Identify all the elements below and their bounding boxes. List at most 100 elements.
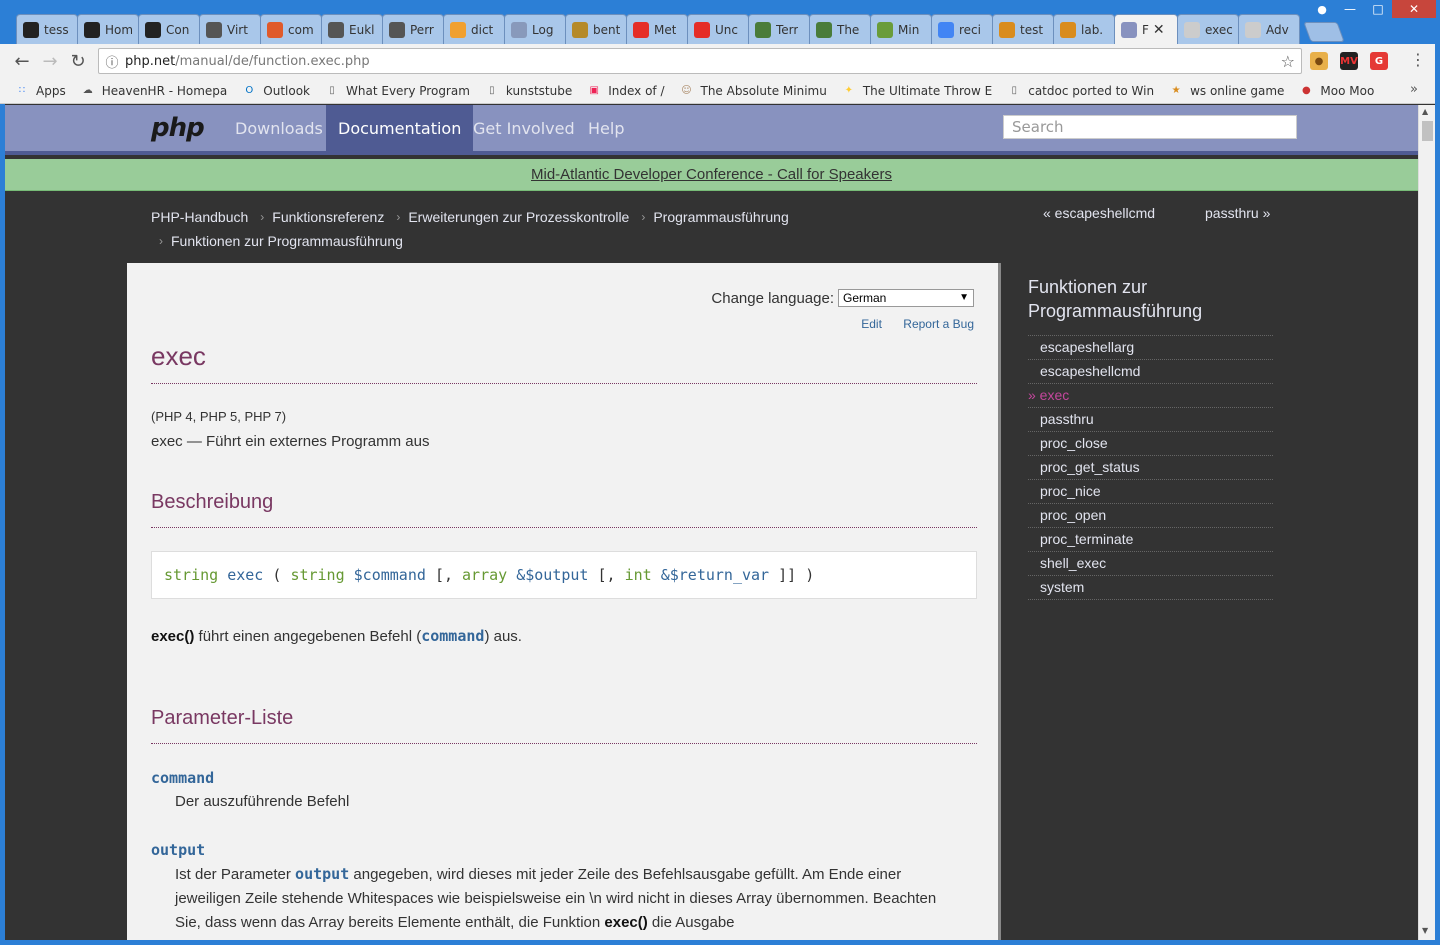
- sidebar-item[interactable]: shell_exec: [1028, 552, 1273, 576]
- edit-link[interactable]: Edit: [861, 317, 882, 331]
- maximize-button[interactable]: □: [1364, 0, 1392, 18]
- browser-tab[interactable]: bent: [565, 14, 627, 44]
- tab-label: exec: [1205, 22, 1232, 37]
- browser-tab[interactable]: Met: [626, 14, 688, 44]
- param-type[interactable]: string: [290, 566, 344, 584]
- bookmark-label: The Absolute Minimu: [700, 83, 827, 98]
- profile-icon[interactable]: ●: [1308, 0, 1336, 18]
- info-icon[interactable]: ⓘ: [99, 52, 125, 71]
- scroll-up-icon[interactable]: ▲: [1422, 107, 1428, 116]
- nav-help[interactable]: Help: [576, 105, 636, 155]
- tab-strip: tess Hom Con Virt com Eukl Perr dict Log bent Met U…: [16, 14, 1345, 44]
- browser-tab[interactable]: Eukl: [321, 14, 383, 44]
- breadcrumb-item[interactable]: Funktionsreferenz: [272, 209, 384, 225]
- breadcrumb: PHP-Handbuch › Funktionsreferenz › Erwei…: [151, 205, 789, 253]
- next-page-link[interactable]: passthru »: [1205, 205, 1270, 221]
- browser-tab[interactable]: The: [809, 14, 871, 44]
- browser-tab[interactable]: com: [260, 14, 322, 44]
- sidebar-item[interactable]: proc_open: [1028, 504, 1273, 528]
- sidebar-item[interactable]: » exec: [1028, 384, 1273, 408]
- window-controls: ● — □ ✕: [1308, 0, 1436, 18]
- new-tab-button[interactable]: [1303, 22, 1345, 42]
- bookmark-item[interactable]: ● Moo Moo: [1298, 83, 1374, 99]
- mv-extension-icon[interactable]: MV: [1340, 52, 1358, 70]
- wikipedia-icon: [389, 21, 405, 38]
- function-ref: exec(): [151, 628, 195, 645]
- page-title: exec: [151, 341, 206, 371]
- browser-tab[interactable]: Log: [504, 14, 566, 44]
- browser-tab[interactable]: tess: [16, 14, 78, 44]
- chrome-menu-icon[interactable]: ⋮: [1410, 50, 1426, 69]
- browser-tab[interactable]: exec: [1177, 14, 1239, 44]
- bookmark-item[interactable]: ☺ The Absolute Minimu: [679, 83, 827, 99]
- browser-tab[interactable]: Hom: [77, 14, 139, 44]
- bookmark-item[interactable]: ☁ HeavenHR - Homepa: [80, 83, 228, 99]
- browser-tab[interactable]: Virt: [199, 14, 261, 44]
- browser-tab[interactable]: Min: [870, 14, 932, 44]
- sidebar-item[interactable]: system: [1028, 576, 1273, 600]
- scrollbar-thumb[interactable]: [1422, 121, 1433, 141]
- browser-tab[interactable]: Adv: [1238, 14, 1300, 44]
- description-text: führt einen angegebenen Befehl (: [194, 628, 422, 645]
- breadcrumb-item[interactable]: PHP-Handbuch: [151, 209, 248, 225]
- breadcrumb-separator-icon: ›: [159, 234, 163, 248]
- browser-tab[interactable]: reci: [931, 14, 993, 44]
- breadcrumb-item[interactable]: Erweiterungen zur Prozesskontrolle: [408, 209, 629, 225]
- bookmark-item[interactable]: ★ ws online game: [1168, 83, 1285, 99]
- bookmark-item[interactable]: ▯ What Every Program: [324, 83, 470, 99]
- sidebar-item[interactable]: proc_terminate: [1028, 528, 1273, 552]
- cookie-extension-icon[interactable]: ●: [1310, 52, 1328, 70]
- nav-get-involved[interactable]: Get Involved: [461, 105, 587, 155]
- reload-button[interactable]: ↻: [64, 47, 92, 75]
- nav-documentation[interactable]: Documentation: [326, 105, 474, 155]
- nav-downloads[interactable]: Downloads: [223, 105, 335, 155]
- grammarly-extension-icon[interactable]: G: [1370, 52, 1388, 70]
- conference-banner-link[interactable]: Mid-Atlantic Developer Conference - Call…: [531, 166, 892, 183]
- browser-tab[interactable]: test: [992, 14, 1054, 44]
- page-scrollbar[interactable]: ▲ ▼: [1418, 105, 1435, 940]
- bookmark-item[interactable]: ▯ catdoc ported to Win: [1006, 83, 1154, 99]
- sidebar-item[interactable]: proc_nice: [1028, 480, 1273, 504]
- sidebar-item[interactable]: escapeshellarg: [1028, 336, 1273, 360]
- tab-active[interactable]: F ✕: [1114, 14, 1178, 44]
- bookmark-item[interactable]: ▯ kunststube: [484, 83, 572, 99]
- breadcrumb-item[interactable]: Programmausführung: [653, 209, 788, 225]
- php-logo[interactable]: php: [151, 113, 205, 143]
- sidebar-item[interactable]: proc_close: [1028, 432, 1273, 456]
- bookmark-label: Outlook: [263, 83, 311, 98]
- bookmark-item[interactable]: ∷ Apps: [14, 83, 66, 99]
- browser-tab[interactable]: Unc: [687, 14, 749, 44]
- browser-tab[interactable]: Terr: [748, 14, 810, 44]
- bookmark-item[interactable]: ▣ Index of /: [586, 83, 664, 99]
- function-ref: exec(): [604, 914, 648, 931]
- param-type[interactable]: array: [462, 566, 507, 584]
- breadcrumb-item[interactable]: Funktionen zur Programmausführung: [171, 233, 403, 249]
- sidebar-item[interactable]: escapeshellcmd: [1028, 360, 1273, 384]
- report-bug-link[interactable]: Report a Bug: [903, 317, 974, 331]
- back-button[interactable]: ←: [8, 47, 36, 75]
- forward-button[interactable]: →: [36, 47, 64, 75]
- browser-tab[interactable]: dict: [443, 14, 505, 44]
- bookmarks-overflow-button[interactable]: »: [1410, 82, 1418, 97]
- browser-tab[interactable]: Con: [138, 14, 200, 44]
- sidebar-item[interactable]: passthru: [1028, 408, 1273, 432]
- site-search-input[interactable]: Search: [1003, 115, 1297, 139]
- scroll-down-icon[interactable]: ▼: [1422, 926, 1428, 935]
- browser-tab[interactable]: Perr: [382, 14, 444, 44]
- close-tab-icon[interactable]: ✕: [1153, 22, 1165, 38]
- tab-label: lab.: [1081, 22, 1104, 37]
- prev-page-link[interactable]: « escapeshellcmd: [1043, 205, 1155, 221]
- outlook-icon: O: [245, 85, 254, 96]
- bookmark-star-icon[interactable]: ☆: [1281, 52, 1295, 71]
- breadcrumb-separator-icon: ›: [260, 210, 265, 224]
- address-bar[interactable]: ⓘ php.net/manual/de/function.exec.php ☆: [98, 48, 1302, 74]
- browser-tab[interactable]: lab.: [1053, 14, 1115, 44]
- bookmark-item[interactable]: ✦ The Ultimate Throw E: [841, 83, 993, 99]
- minimize-button[interactable]: —: [1336, 0, 1364, 18]
- param-type[interactable]: int: [625, 566, 652, 584]
- language-select[interactable]: German ▼: [838, 289, 974, 307]
- sidebar-item[interactable]: proc_get_status: [1028, 456, 1273, 480]
- bookmark-item[interactable]: O Outlook: [241, 83, 310, 99]
- close-window-button[interactable]: ✕: [1392, 0, 1436, 18]
- bookmarks-bar: ∷ Apps ☁ HeavenHR - Homepa O Outlook ▯ What Eve…: [0, 78, 1440, 104]
